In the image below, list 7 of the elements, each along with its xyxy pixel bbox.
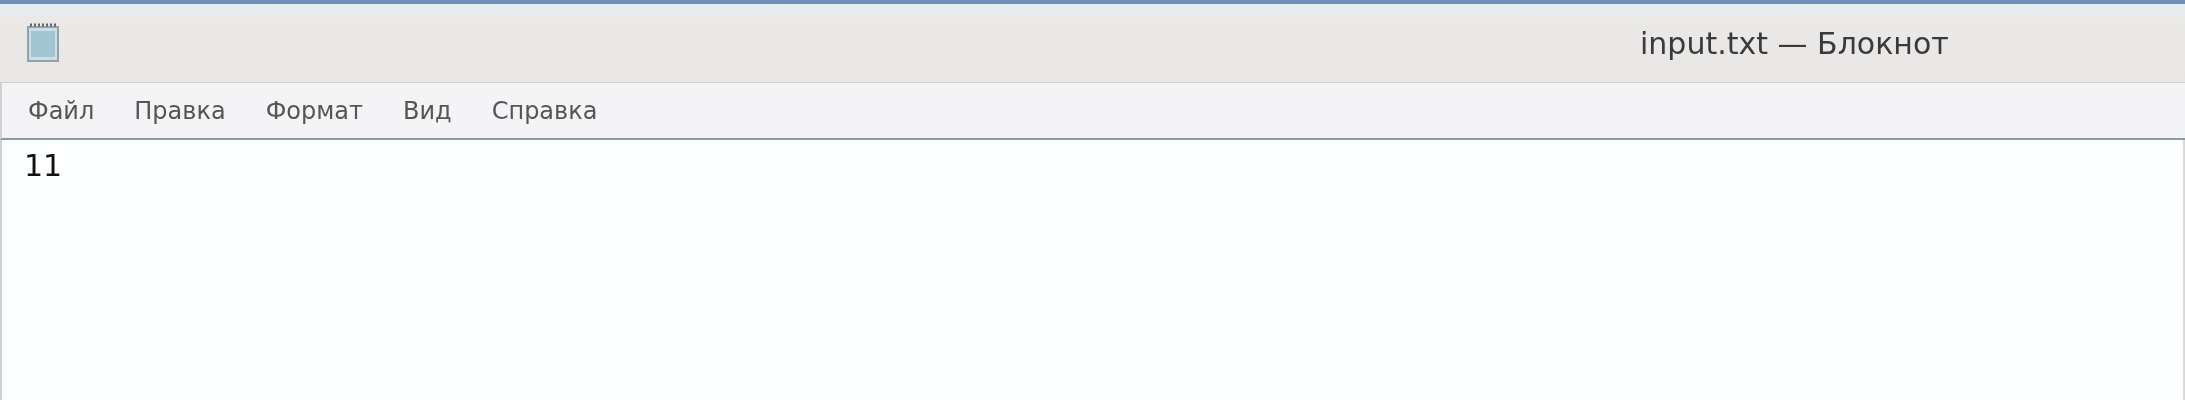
menu-item[interactable]: Справка <box>479 92 610 129</box>
window-title: input.txt — Блокнот <box>1640 25 1949 61</box>
menu-item[interactable]: Файл <box>16 92 107 129</box>
editor-text: 11 <box>24 148 63 183</box>
menu-item[interactable]: Правка <box>122 92 238 129</box>
menu-item[interactable]: Вид <box>391 92 464 129</box>
menu-item[interactable]: Формат <box>253 92 376 129</box>
